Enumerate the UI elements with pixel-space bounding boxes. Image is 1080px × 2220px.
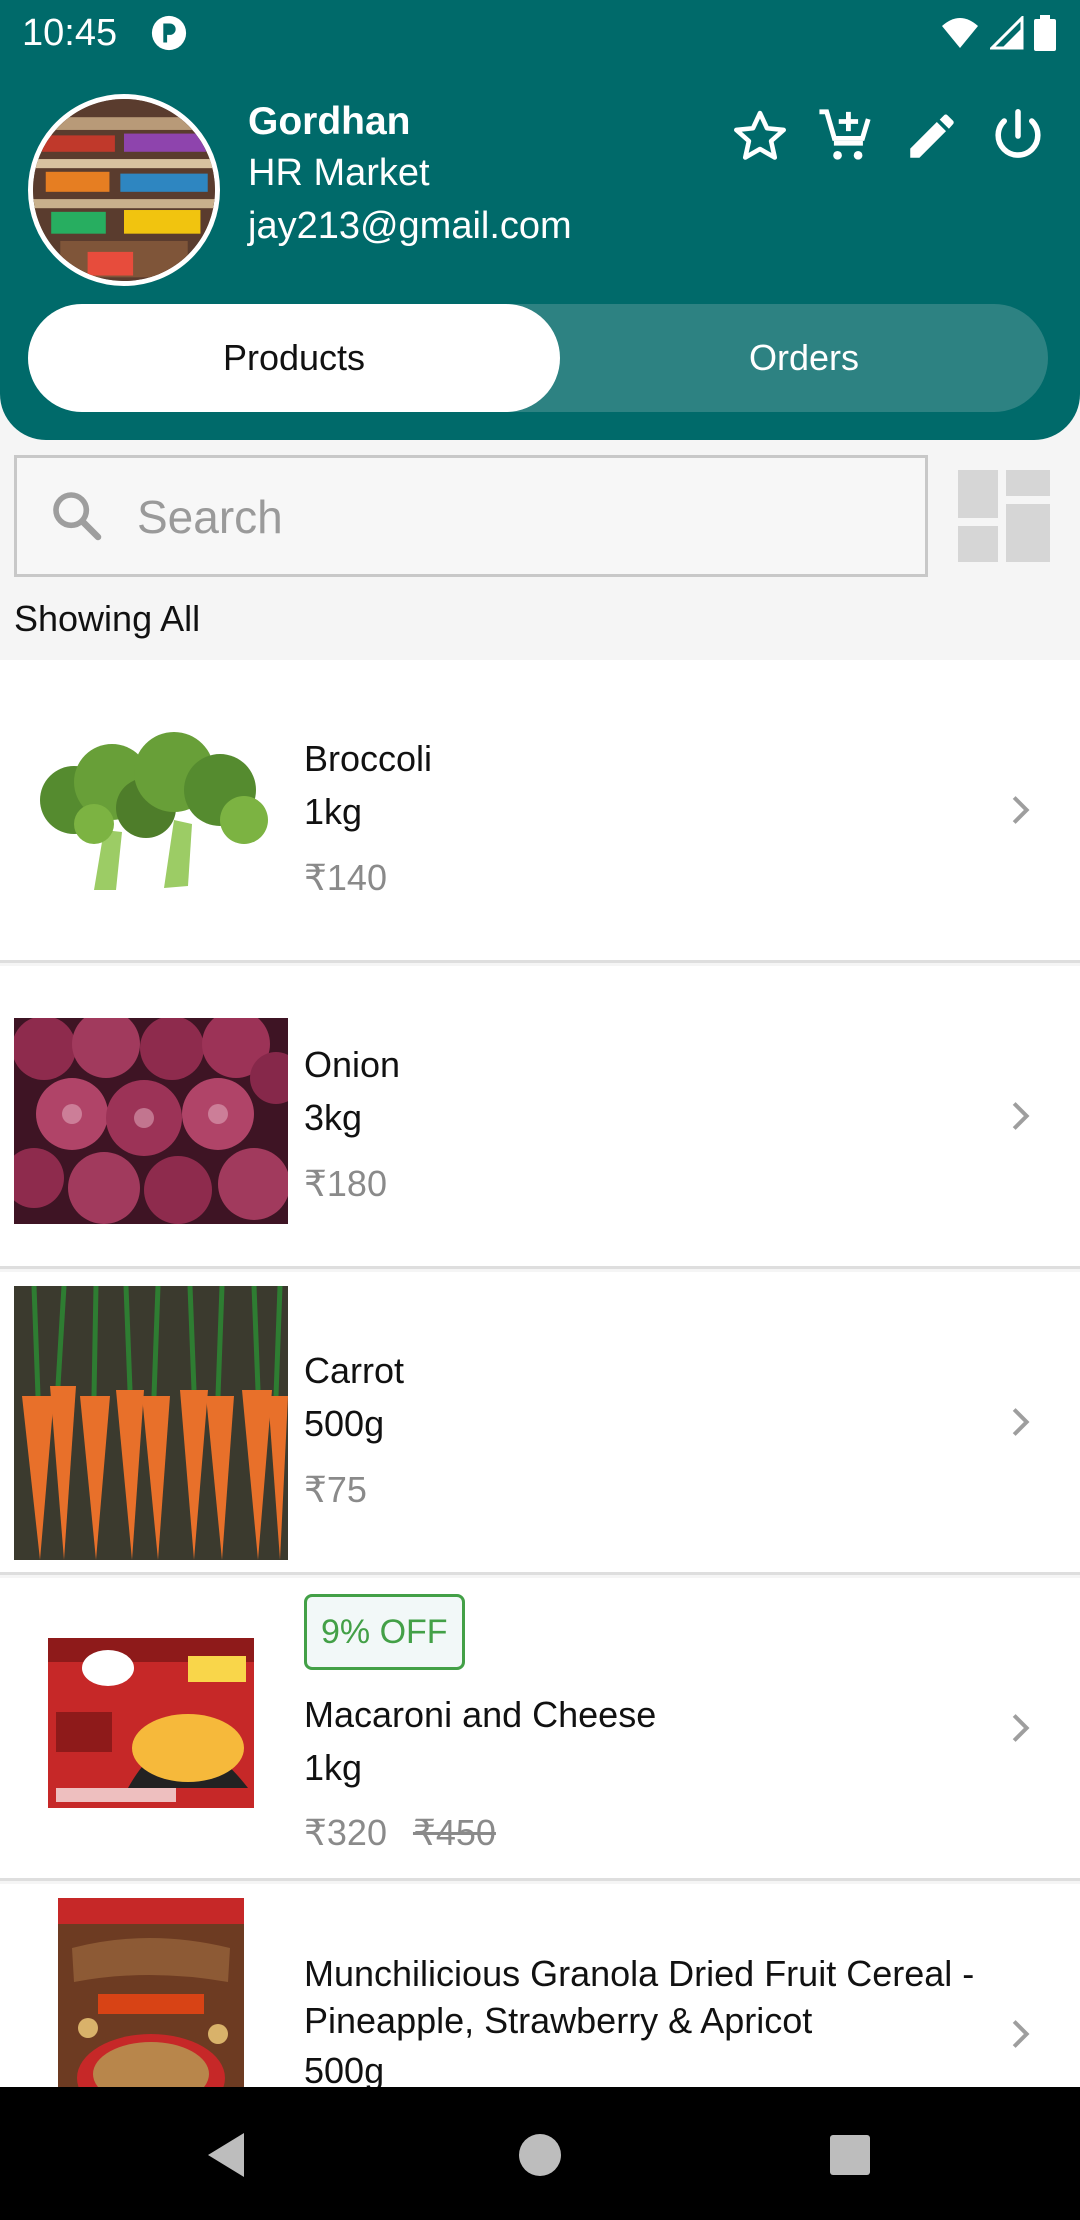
edit-icon	[910, 114, 954, 158]
product-row-onion[interactable]: Onion 3kg ₹180	[0, 966, 1080, 1269]
product-name: Munchilicious Granola Dried Fruit Cereal…	[304, 1953, 975, 2041]
chevron-right-icon	[1012, 1408, 1030, 1436]
product-name: Carrot	[304, 1350, 405, 1391]
signal-icon	[990, 16, 1024, 50]
add-to-cart-button[interactable]	[816, 106, 876, 166]
product-row-carrot[interactable]: Carrot 500g ₹75	[0, 1272, 1080, 1575]
offer-badge: 9% OFF	[304, 1594, 465, 1670]
logout-button[interactable]	[988, 106, 1048, 166]
favorites-button[interactable]	[730, 106, 790, 166]
recents-icon[interactable]	[820, 2125, 880, 2185]
macaroni-image	[48, 1638, 254, 1808]
product-row-macaroni[interactable]: 9% OFF Macaroni and Cheese 1kg ₹320 ₹450	[0, 1578, 1080, 1881]
product-row-broccoli[interactable]: Broccoli 1kg ₹140	[0, 660, 1080, 963]
product-price: ₹140	[304, 857, 387, 898]
broccoli-image	[24, 720, 276, 900]
product-old-price: ₹450	[412, 1812, 496, 1853]
status-time: 10:45	[22, 12, 118, 54]
product-price-group: ₹320 ₹450	[304, 1812, 496, 1854]
product-quantity: 500g	[304, 1403, 385, 1444]
edit-profile-button[interactable]	[902, 106, 962, 166]
product-price: ₹320	[304, 1812, 387, 1853]
search-icon	[53, 492, 102, 541]
back-icon[interactable]	[196, 2125, 256, 2185]
profile-shop: HR Market	[248, 152, 430, 194]
search-input[interactable]	[135, 482, 899, 552]
chevron-right-icon	[1012, 1714, 1030, 1742]
app-notification-icon	[151, 15, 187, 51]
product-quantity: 500g	[304, 2050, 385, 2091]
add-to-cart-icon	[819, 109, 871, 160]
chevron-right-icon	[1012, 1102, 1030, 1130]
chevron-right-icon	[1012, 796, 1030, 824]
profile-name: Gordhan	[248, 100, 411, 143]
app-header: 10:45 Gordhan HR Market jay213@gmail.com…	[0, 0, 1080, 440]
home-icon[interactable]	[510, 2125, 570, 2185]
search-box	[14, 455, 928, 577]
star-icon	[734, 110, 786, 160]
product-name: Broccoli	[304, 738, 433, 779]
chevron-right-icon	[1012, 2020, 1030, 2048]
status-bar: 10:45	[0, 0, 1080, 66]
grid-view-toggle-icon[interactable]	[956, 468, 1052, 564]
tab-orders[interactable]: Orders	[560, 304, 1048, 412]
profile-email: jay213@gmail.com	[248, 205, 572, 247]
product-quantity: 1kg	[304, 791, 363, 832]
product-name: Onion	[304, 1044, 401, 1085]
product-price: ₹75	[304, 1469, 367, 1510]
filter-label: Showing All	[14, 598, 201, 639]
header-actions	[730, 106, 1048, 166]
product-quantity: 3kg	[304, 1097, 363, 1138]
system-nav-bar	[0, 2087, 1080, 2220]
product-name: Macaroni and Cheese	[304, 1694, 657, 1735]
tab-products[interactable]: Products	[28, 304, 560, 412]
power-icon	[995, 109, 1041, 158]
product-quantity: 1kg	[304, 1747, 363, 1788]
onion-image	[14, 1018, 288, 1224]
status-icons	[940, 14, 1056, 52]
segment-tabs: Products Orders	[28, 304, 1048, 412]
product-price: ₹180	[304, 1163, 387, 1204]
wifi-icon	[942, 18, 978, 48]
carrot-image	[14, 1286, 288, 1560]
avatar[interactable]	[28, 94, 220, 286]
battery-icon	[1034, 15, 1056, 51]
